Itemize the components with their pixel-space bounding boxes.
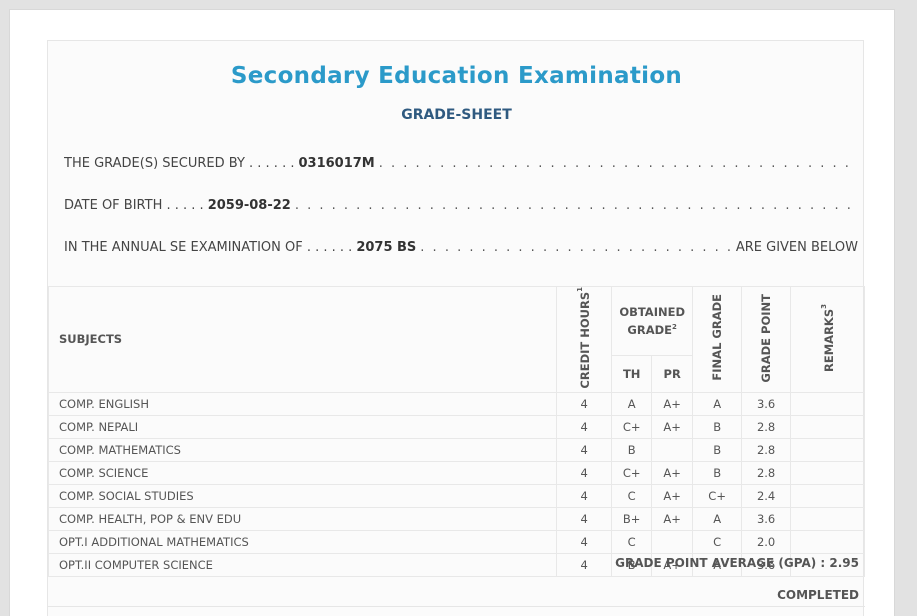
gpa-summary: GRADE POINT AVERAGE (GPA) : 2.95 [615, 556, 859, 570]
final-grade: C [692, 529, 743, 554]
secured-by-label: THE GRADE(S) SECURED BY . . . . . . [64, 156, 295, 171]
dob-label: DATE OF BIRTH . . . . . [64, 198, 204, 213]
table-row: COMP. HEALTH, POP & ENV EDU 4 B+ A+ A 3.… [47, 506, 865, 531]
theory-grade: C+ [611, 414, 653, 439]
practical-grade: A+ [651, 391, 694, 416]
grade-point: 2.8 [741, 437, 792, 462]
exam-title: Secondary Education Examination [230, 63, 683, 89]
subject-name: COMP. HEALTH, POP & ENV EDU [47, 506, 558, 531]
credit-hours: 4 [556, 483, 613, 508]
remarks [790, 483, 865, 508]
exam-year: 2075 BS [356, 240, 417, 255]
remarks [790, 529, 865, 554]
theory-grade: B [611, 437, 653, 462]
final-grade-header: FINAL GRADE [692, 286, 743, 393]
final-grade: B [692, 437, 743, 462]
subject-name: OPT.II COMPUTER SCIENCE [47, 552, 558, 577]
grade-point: 3.6 [741, 391, 792, 416]
credit-hours: 4 [556, 460, 613, 485]
subject-name: COMP. NEPALI [47, 414, 558, 439]
practical-grade: A+ [651, 506, 694, 531]
credit-hours: 4 [556, 437, 613, 462]
grade-point: 2.8 [741, 460, 792, 485]
subjects-header: SUBJECTS [47, 286, 558, 393]
remarks [790, 460, 865, 485]
subject-name: COMP. SOCIAL STUDIES [47, 483, 558, 508]
pr-header: PR [651, 355, 694, 393]
subject-name: COMP. ENGLISH [47, 391, 558, 416]
divider [48, 606, 865, 607]
credit-hours: 4 [556, 529, 613, 554]
subject-name: COMP. SCIENCE [47, 460, 558, 485]
grade-point: 2.8 [741, 414, 792, 439]
final-grade: A [692, 506, 743, 531]
table-row: COMP. MATHEMATICS 4 B B 2.8 [47, 437, 865, 462]
grade-point: 2.0 [741, 529, 792, 554]
result-status: COMPLETED [777, 588, 859, 602]
credit-hours-header: CREDIT HOURS1 [556, 286, 613, 393]
theory-grade: B+ [611, 506, 653, 531]
dob-line: DATE OF BIRTH . . . . . 2059-08-22 . . .… [64, 198, 858, 213]
practical-grade [651, 529, 694, 554]
final-grade: B [692, 460, 743, 485]
practical-grade [651, 437, 694, 462]
practical-grade: A+ [651, 460, 694, 485]
remarks-header: REMARKS3 [790, 286, 865, 393]
credit-hours: 4 [556, 414, 613, 439]
symbol-number: 0316017M [298, 156, 375, 171]
exam-label: IN THE ANNUAL SE EXAMINATION OF . . . . … [64, 240, 353, 255]
remarks [790, 437, 865, 462]
dot-leader: . . . . . . . . . . . . . . . . . . . . … [294, 198, 858, 213]
credit-hours: 4 [556, 391, 613, 416]
credit-hours: 4 [556, 506, 613, 531]
exam-tail: ARE GIVEN BELOW [735, 240, 858, 255]
credit-hours: 4 [556, 552, 613, 577]
theory-grade: C [611, 483, 653, 508]
table-row: COMP. NEPALI 4 C+ A+ B 2.8 [47, 414, 865, 439]
final-grade: B [692, 414, 743, 439]
date-of-birth: 2059-08-22 [207, 198, 291, 213]
grade-point: 3.6 [741, 506, 792, 531]
dot-leader: . . . . . . . . . . . . . . . . . . . . … [420, 240, 736, 255]
grade-point: 2.4 [741, 483, 792, 508]
final-grade: A [692, 391, 743, 416]
page-frame: Secondary Education Examination GRADE-SH… [9, 9, 895, 616]
practical-grade: A+ [651, 483, 694, 508]
theory-grade: C+ [611, 460, 653, 485]
exam-line: IN THE ANNUAL SE EXAMINATION OF . . . . … [64, 240, 858, 255]
obtained-grade-header: OBTAINED GRADE2 [611, 285, 694, 357]
table-row: OPT.I ADDITIONAL MATHEMATICS 4 C C 2.0 [47, 529, 865, 554]
table-row: COMP. SOCIAL STUDIES 4 C A+ C+ 2.4 [47, 483, 865, 508]
grade-sheet-heading: GRADE-SHEET [401, 107, 512, 123]
remarks [790, 391, 865, 416]
secured-by-line: THE GRADE(S) SECURED BY . . . . . . 0316… [64, 156, 858, 171]
theory-grade: C [611, 529, 653, 554]
table-row: COMP. SCIENCE 4 C+ A+ B 2.8 [47, 460, 865, 485]
subject-name: OPT.I ADDITIONAL MATHEMATICS [47, 529, 558, 554]
practical-grade: A+ [651, 414, 694, 439]
remarks [790, 414, 865, 439]
grade-point-header: GRADE POINT [741, 286, 792, 393]
final-grade: C+ [692, 483, 743, 508]
dot-leader: . . . . . . . . . . . . . . . . . . . . … [378, 156, 858, 171]
theory-grade: A [611, 391, 653, 416]
table-row: COMP. ENGLISH 4 A A+ A 3.6 [47, 391, 865, 416]
grade-sheet: Secondary Education Examination GRADE-SH… [47, 40, 865, 616]
grades-table: SUBJECTS CREDIT HOURS1 OBTAINED GRADE2 F… [47, 285, 865, 577]
remarks [790, 506, 865, 531]
th-header: TH [611, 355, 653, 393]
subject-name: COMP. MATHEMATICS [47, 437, 558, 462]
